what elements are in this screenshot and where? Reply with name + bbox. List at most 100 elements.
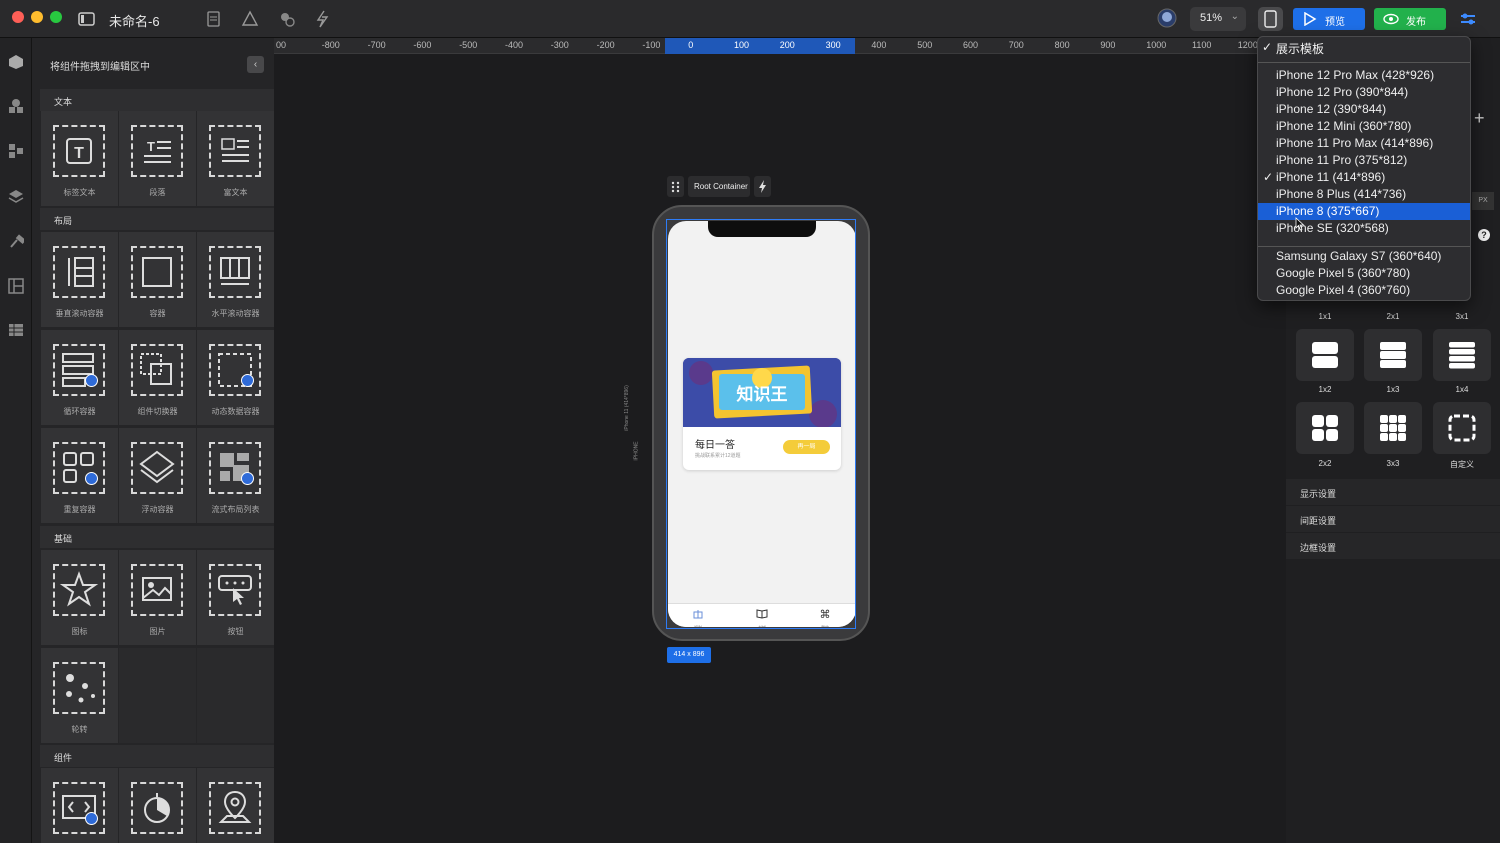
- ruler-label: 300: [825, 40, 841, 50]
- layers-icon[interactable]: [8, 188, 24, 204]
- component-code[interactable]: [41, 768, 118, 843]
- device-option[interactable]: iPhone 11 Pro Max (414*896): [1258, 135, 1470, 152]
- dropdown-header[interactable]: ✓ 展示模板: [1258, 40, 1470, 60]
- device-option[interactable]: Google Pixel 5 (360*780): [1258, 265, 1470, 282]
- ruler-label: 00: [276, 40, 287, 50]
- zoom-select[interactable]: 51% ⌄: [1190, 7, 1246, 31]
- device-option[interactable]: iPhone 12 Pro Max (428*926): [1258, 67, 1470, 84]
- spacing-settings-row[interactable]: 间距设置: [1286, 506, 1500, 532]
- database-icon: [85, 812, 98, 825]
- layout-2x2[interactable]: [1296, 402, 1354, 454]
- layout-3x3[interactable]: [1364, 402, 1422, 454]
- grid-blocks-icon[interactable]: [8, 143, 24, 159]
- plugins-icon[interactable]: [277, 9, 297, 29]
- device-option-label: Google Pixel 4 (360*760): [1276, 283, 1411, 297]
- component-rich-text[interactable]: 富文本: [197, 111, 274, 206]
- component-vertical-scroll-container[interactable]: 垂直滚动容器: [41, 232, 118, 327]
- layout-1x2-icon: [1312, 342, 1338, 368]
- layout-1x4[interactable]: [1433, 329, 1491, 381]
- switcher-icon: [131, 344, 183, 396]
- device-option[interactable]: iPhone SE (320*568): [1258, 220, 1470, 237]
- component-floating-container[interactable]: 浮动容器: [119, 428, 196, 523]
- component-paragraph[interactable]: T 段落: [119, 111, 196, 206]
- device-option[interactable]: iPhone 12 Pro (390*844): [1258, 84, 1470, 101]
- maximize-window-button[interactable]: [50, 11, 62, 23]
- component-label-text[interactable]: T 标签文本: [41, 111, 118, 206]
- ruler-label: -600: [413, 40, 432, 50]
- device-option[interactable]: iPhone 8 Plus (414*736): [1258, 186, 1470, 203]
- star-icon: [53, 564, 105, 616]
- publish-button[interactable]: 发布: [1374, 8, 1446, 30]
- component-switcher[interactable]: 组件切换器: [119, 330, 196, 425]
- canvas-area[interactable]: Root Container iPhone 11 (414*896) IPHON…: [274, 55, 1286, 843]
- drag-handle-icon[interactable]: [667, 176, 684, 197]
- table-icon[interactable]: [8, 322, 24, 338]
- device-option[interactable]: ✓ iPhone 11 (414*896): [1258, 169, 1470, 186]
- component-dynamic-data-container[interactable]: 动态数据容器: [197, 330, 274, 425]
- component-timer[interactable]: [119, 768, 196, 843]
- unit-px-select[interactable]: PX: [1472, 192, 1494, 210]
- svg-text:T: T: [74, 145, 84, 162]
- lightning-icon[interactable]: [754, 176, 771, 197]
- page-icon[interactable]: [203, 9, 223, 29]
- dropdown-header-label: 展示模板: [1276, 42, 1325, 56]
- device-option-label: iPhone 12 (390*844): [1276, 102, 1387, 116]
- device-option[interactable]: Samsung Galaxy S7 (360*640): [1258, 248, 1470, 265]
- code-icon: [53, 782, 105, 834]
- ruler-label: 600: [963, 40, 979, 50]
- device-option[interactable]: iPhone 12 (390*844): [1258, 101, 1470, 118]
- component-carousel[interactable]: 轮转: [41, 648, 118, 743]
- component-label: 标签文本: [63, 188, 96, 197]
- settings-sliders-icon[interactable]: [1458, 9, 1478, 29]
- device-option[interactable]: Google Pixel 4 (360*760): [1258, 282, 1470, 299]
- device-option-label: Google Pixel 5 (360*780): [1276, 266, 1411, 280]
- layout-custom[interactable]: [1433, 402, 1491, 454]
- layout-1x3[interactable]: [1364, 329, 1422, 381]
- assets-icon[interactable]: [240, 9, 260, 29]
- root-container-label[interactable]: Root Container: [688, 176, 750, 197]
- device-option[interactable]: iPhone 12 Mini (360*780): [1258, 118, 1470, 135]
- component-repeat-container[interactable]: 重复容器: [41, 428, 118, 523]
- template-icon[interactable]: [8, 278, 24, 294]
- component-image[interactable]: 图片: [119, 550, 196, 645]
- help-icon[interactable]: ?: [1478, 229, 1490, 241]
- close-window-button[interactable]: [12, 11, 24, 23]
- component-label: 容器: [149, 309, 166, 318]
- component-label: 按钮: [227, 627, 244, 636]
- sidebar-toggle-icon[interactable]: [77, 9, 97, 29]
- component-container[interactable]: 容器: [119, 232, 196, 327]
- device-template-button[interactable]: [1258, 7, 1283, 31]
- ruler-label: -800: [321, 40, 340, 50]
- component-label: 段落: [149, 188, 166, 197]
- component-horizontal-scroll-container[interactable]: 水平滚动容器: [197, 232, 274, 327]
- layout-1x2[interactable]: [1296, 329, 1354, 381]
- hammer-icon[interactable]: [8, 233, 26, 249]
- plus-icon[interactable]: +: [1474, 108, 1485, 129]
- device-option[interactable]: iPhone 8 (375*667): [1258, 203, 1470, 220]
- collapse-panel-button[interactable]: ‹: [247, 56, 264, 73]
- ruler-label: 1100: [1192, 40, 1212, 50]
- section-header-layout: 布局: [40, 208, 274, 230]
- paragraph-icon: T: [131, 125, 183, 177]
- database-icon: [85, 374, 98, 387]
- device-option[interactable]: iPhone 11 Pro (375*812): [1258, 152, 1470, 169]
- interaction-icon[interactable]: [312, 9, 332, 29]
- chevron-left-icon: ‹: [253, 59, 258, 70]
- components-icon[interactable]: [8, 54, 24, 70]
- container-icon: [131, 246, 183, 298]
- minimize-window-button[interactable]: [31, 11, 43, 23]
- component-loop-container[interactable]: 循环容器: [41, 330, 118, 425]
- ruler-label: 0: [688, 40, 694, 50]
- shapes-icon[interactable]: [8, 98, 24, 114]
- chevron-down-icon: ⌄: [1230, 11, 1239, 22]
- component-icon[interactable]: 图标: [41, 550, 118, 645]
- display-settings-row[interactable]: 显示设置: [1286, 479, 1500, 505]
- avatar[interactable]: [1157, 8, 1177, 28]
- component-button[interactable]: 按钮: [197, 550, 274, 645]
- component-flow-layout-list[interactable]: 流式布局列表: [197, 428, 274, 523]
- divider: [1258, 62, 1470, 63]
- component-map[interactable]: [197, 768, 274, 843]
- preview-button[interactable]: 预览: [1293, 8, 1365, 30]
- border-settings-row[interactable]: 边框设置: [1286, 533, 1500, 559]
- svg-text:T: T: [147, 139, 155, 154]
